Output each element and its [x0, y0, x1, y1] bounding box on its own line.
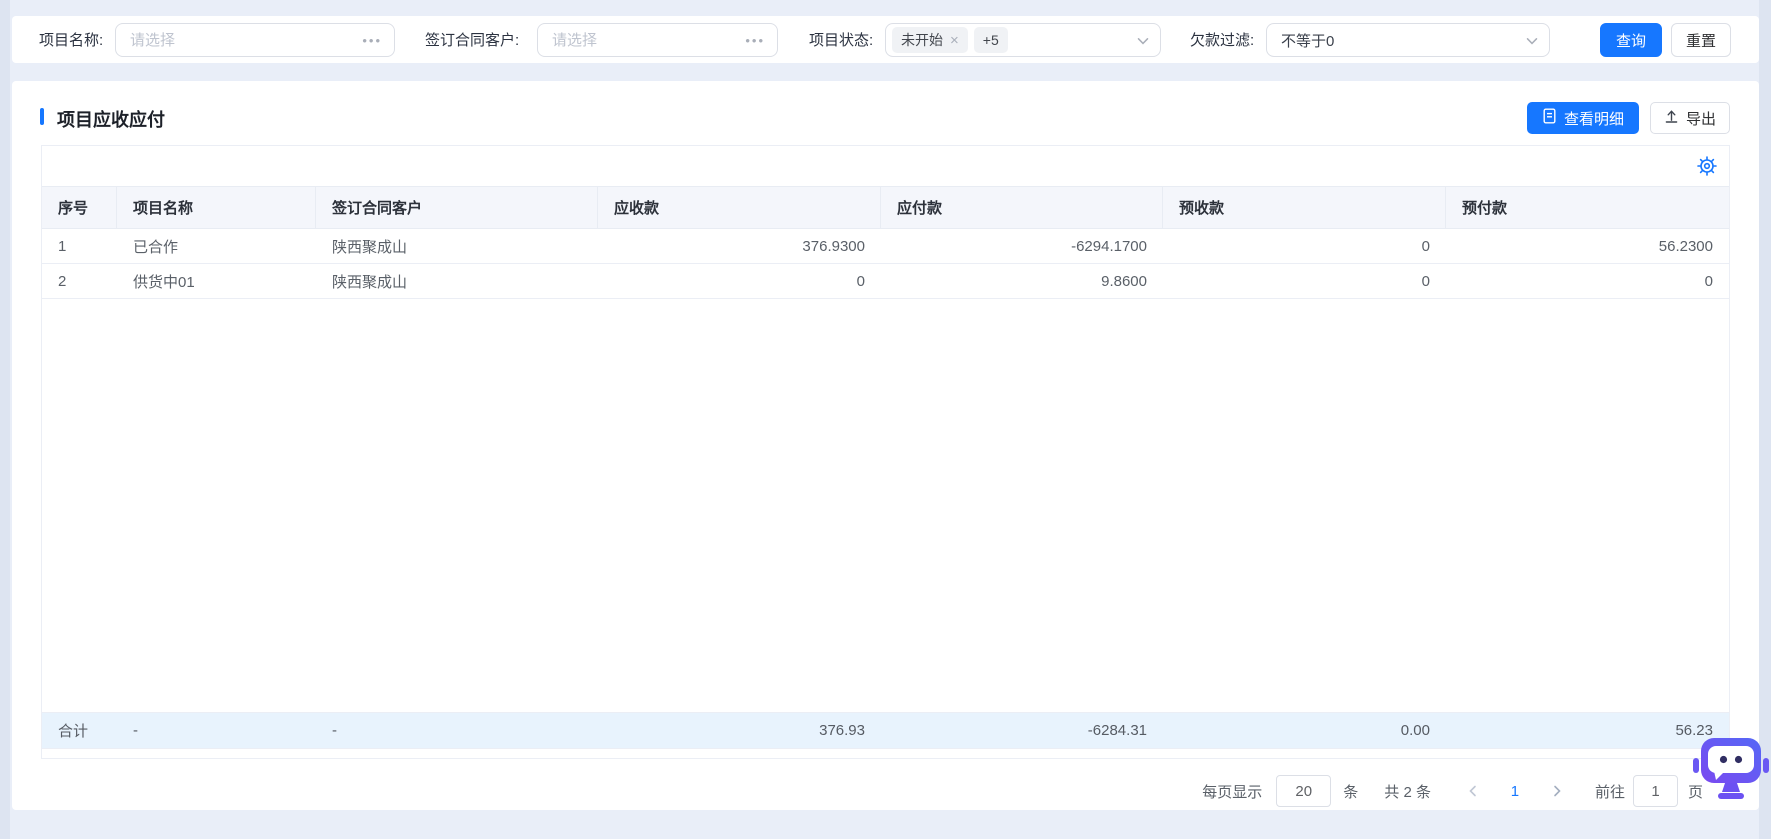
- contract-customer-select[interactable]: •••: [537, 23, 778, 57]
- customer-cell: 陕西聚成山: [332, 273, 408, 291]
- summary-payable: -6284.31: [1087, 722, 1147, 739]
- document-icon: [1542, 108, 1557, 128]
- column-header: 预收款: [1163, 187, 1446, 228]
- status-tag: 未开始 ×: [892, 27, 968, 53]
- chevron-down-icon: [1136, 34, 1150, 52]
- receivable-cell: 376.9300: [802, 237, 865, 255]
- project-status-label: 项目状态:: [809, 32, 874, 49]
- payable-cell: 9.8600: [1101, 272, 1147, 290]
- page-title: 项目应收应付: [57, 110, 165, 130]
- debt-filter-label: 欠款过滤:: [1190, 32, 1255, 49]
- ellipsis-more-icon[interactable]: •••: [362, 33, 394, 48]
- ellipsis-more-icon[interactable]: •••: [745, 33, 777, 48]
- project-name-cell: 供货中01: [133, 273, 195, 291]
- column-header: 应付款: [881, 187, 1163, 228]
- current-page-number[interactable]: 1: [1501, 783, 1529, 800]
- next-page-icon[interactable]: [1545, 779, 1569, 803]
- summary-advance-receipt: 0.00: [1400, 722, 1430, 739]
- column-header: 项目名称: [117, 187, 316, 228]
- reset-button[interactable]: 重置: [1671, 23, 1731, 57]
- project-status-select[interactable]: 未开始 × +5: [885, 23, 1161, 57]
- page-scrollbar-track[interactable]: [1759, 0, 1771, 839]
- view-detail-label: 查看明细: [1563, 110, 1624, 128]
- upload-icon: [1664, 109, 1679, 128]
- goto-label: 前往: [1594, 783, 1625, 801]
- prepayment-cell: 0: [1704, 272, 1713, 290]
- data-table: 序号 项目名称 签订合同客户 应收款 应付款 预收款 预付款 1 已合作 陕西聚…: [41, 145, 1730, 759]
- summary-row: 合计 - - 376.93 -6284.31 0.00 56.23: [42, 712, 1729, 749]
- contract-customer-input[interactable]: [538, 31, 746, 49]
- customer-cell: 陕西聚成山: [332, 238, 408, 256]
- page: { "filters": { "project_name": { "label"…: [0, 0, 1771, 839]
- page-left-gutter: [0, 0, 10, 839]
- filter-bar: 项目名称: ••• 签订合同客户: ••• 项目状态: 未开始 × +5 欠款过…: [12, 16, 1759, 63]
- status-tag-text: 未开始: [901, 32, 943, 48]
- status-tag-more-count: +5: [973, 27, 1008, 53]
- pagination: 每页显示 条 共 2 条 1 前往 页: [1202, 773, 1703, 809]
- per-page-label: 每页显示: [1202, 783, 1263, 801]
- gear-icon[interactable]: [1697, 156, 1717, 176]
- debt-filter-select[interactable]: 不等于0: [1266, 23, 1550, 57]
- export-button[interactable]: 导出: [1650, 102, 1730, 134]
- chevron-down-icon: [1525, 34, 1539, 52]
- goto-page-input[interactable]: [1632, 775, 1678, 807]
- per-page-unit-label: 条: [1343, 783, 1359, 801]
- contract-customer-label: 签订合同客户:: [425, 32, 520, 49]
- table-row: 1 已合作 陕西聚成山 376.9300 -6294.1700 0 56.230…: [42, 229, 1729, 264]
- summary-cell: -: [332, 722, 337, 739]
- project-name-select[interactable]: •••: [115, 23, 395, 57]
- table-toolbar: [42, 146, 1729, 186]
- page-size-input[interactable]: [1276, 775, 1332, 807]
- column-header: 序号: [42, 187, 117, 228]
- title-accent-bar: [40, 108, 44, 125]
- debt-filter-value: 不等于0: [1281, 32, 1335, 50]
- summary-cell: -: [133, 722, 138, 739]
- column-header: 预付款: [1462, 200, 1508, 217]
- view-detail-button[interactable]: 查看明细: [1527, 102, 1639, 134]
- project-name-input[interactable]: [116, 31, 363, 49]
- row-index: 1: [58, 237, 67, 255]
- summary-receivable: 376.93: [819, 722, 865, 739]
- row-index: 2: [58, 272, 67, 290]
- column-header: 应收款: [598, 187, 881, 228]
- total-count-label: 共 2 条: [1384, 783, 1431, 801]
- receivable-payable-panel: 项目应收应付 查看明细 导出 序号 项目名称 签订合同客户 应收款 应付款 预收…: [12, 81, 1759, 810]
- advance-receipt-cell: 0: [1421, 272, 1430, 290]
- tag-close-icon[interactable]: ×: [950, 33, 959, 48]
- summary-prepayment: 56.23: [1675, 722, 1713, 739]
- table-row: 2 供货中01 陕西聚成山 0 9.8600 0 0: [42, 264, 1729, 299]
- robot-chat-icon[interactable]: [1692, 737, 1770, 801]
- project-name-cell: 已合作: [133, 238, 179, 256]
- receivable-cell: 0: [856, 272, 865, 290]
- table-header-row: 序号 项目名称 签订合同客户 应收款 应付款 预收款 预付款: [42, 186, 1729, 229]
- export-label: 导出: [1685, 110, 1716, 128]
- prev-page-icon[interactable]: [1461, 779, 1485, 803]
- search-button[interactable]: 查询: [1600, 23, 1662, 57]
- payable-cell: -6294.1700: [1071, 237, 1147, 255]
- prepayment-cell: 56.2300: [1658, 237, 1713, 255]
- project-name-label: 项目名称:: [39, 32, 104, 49]
- advance-receipt-cell: 0: [1421, 237, 1430, 255]
- column-header: 签订合同客户: [316, 187, 598, 228]
- summary-label: 合计: [58, 723, 89, 740]
